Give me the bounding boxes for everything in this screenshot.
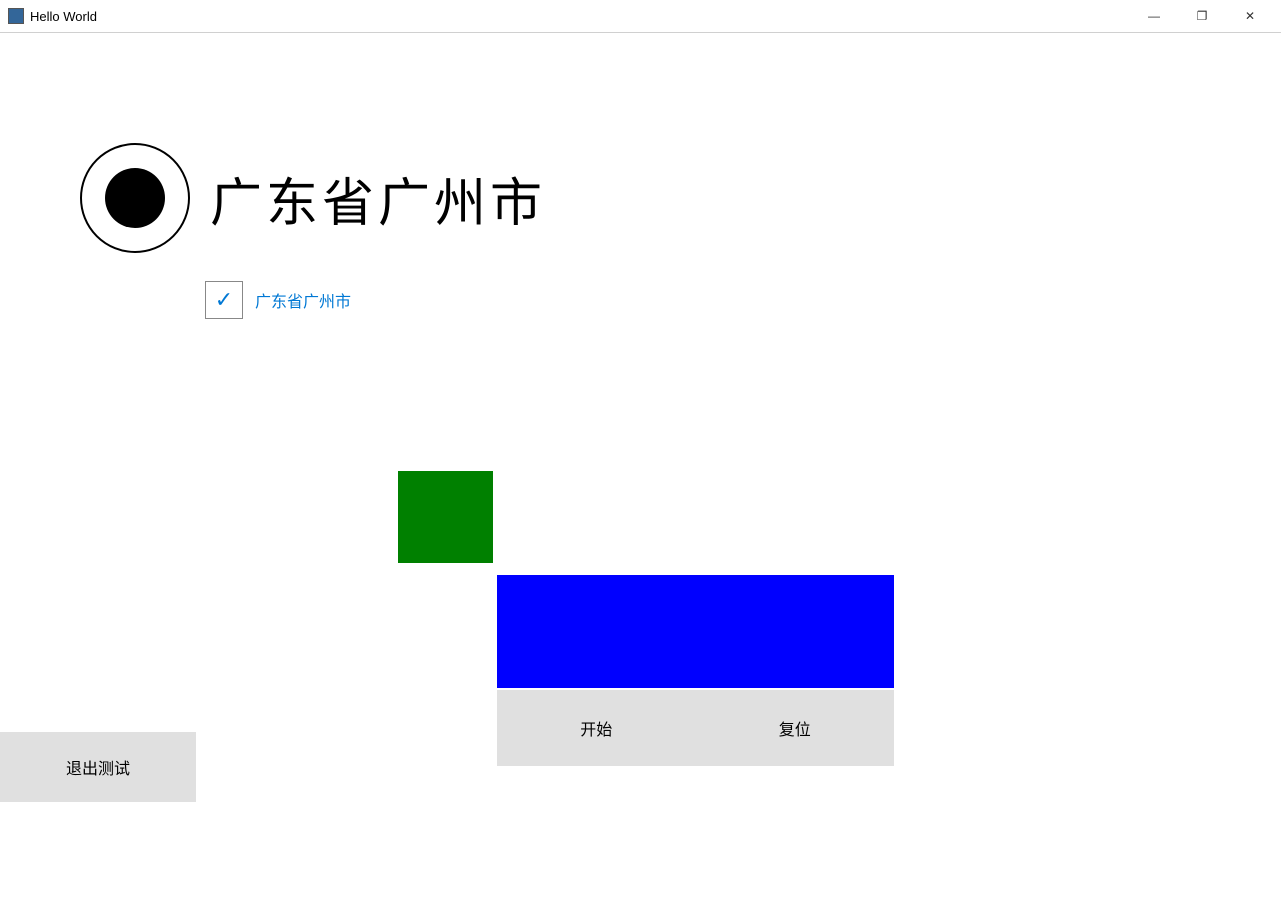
maximize-button[interactable]: ❐ bbox=[1179, 0, 1225, 33]
button-panel: 开始 复位 bbox=[497, 690, 894, 766]
app-icon bbox=[8, 8, 24, 24]
location-label-large: 广东省广州市 bbox=[210, 161, 546, 236]
blue-rectangle bbox=[497, 575, 894, 688]
main-content: 广东省广州市 ✓ 广东省广州市 开始 复位 退出测试 bbox=[0, 33, 1281, 902]
checkbox-section: ✓ 广东省广州市 bbox=[205, 281, 351, 319]
radio-inner-dot bbox=[105, 168, 165, 228]
close-button[interactable]: ✕ bbox=[1227, 0, 1273, 33]
title-bar-controls: — ❐ ✕ bbox=[1131, 0, 1273, 33]
title-bar-left: Hello World bbox=[8, 8, 97, 24]
title-bar: Hello World — ❐ ✕ bbox=[0, 0, 1281, 33]
indicator-section: 广东省广州市 bbox=[80, 143, 546, 253]
location-label-small: 广东省广州市 bbox=[255, 288, 351, 312]
start-button[interactable]: 开始 bbox=[550, 708, 642, 748]
exit-button[interactable]: 退出测试 bbox=[0, 732, 196, 802]
checkbox[interactable]: ✓ bbox=[205, 281, 243, 319]
green-rectangle bbox=[398, 471, 493, 563]
window-title: Hello World bbox=[30, 9, 97, 24]
radio-circle bbox=[80, 143, 190, 253]
minimize-button[interactable]: — bbox=[1131, 0, 1177, 33]
reset-button[interactable]: 复位 bbox=[749, 708, 841, 748]
